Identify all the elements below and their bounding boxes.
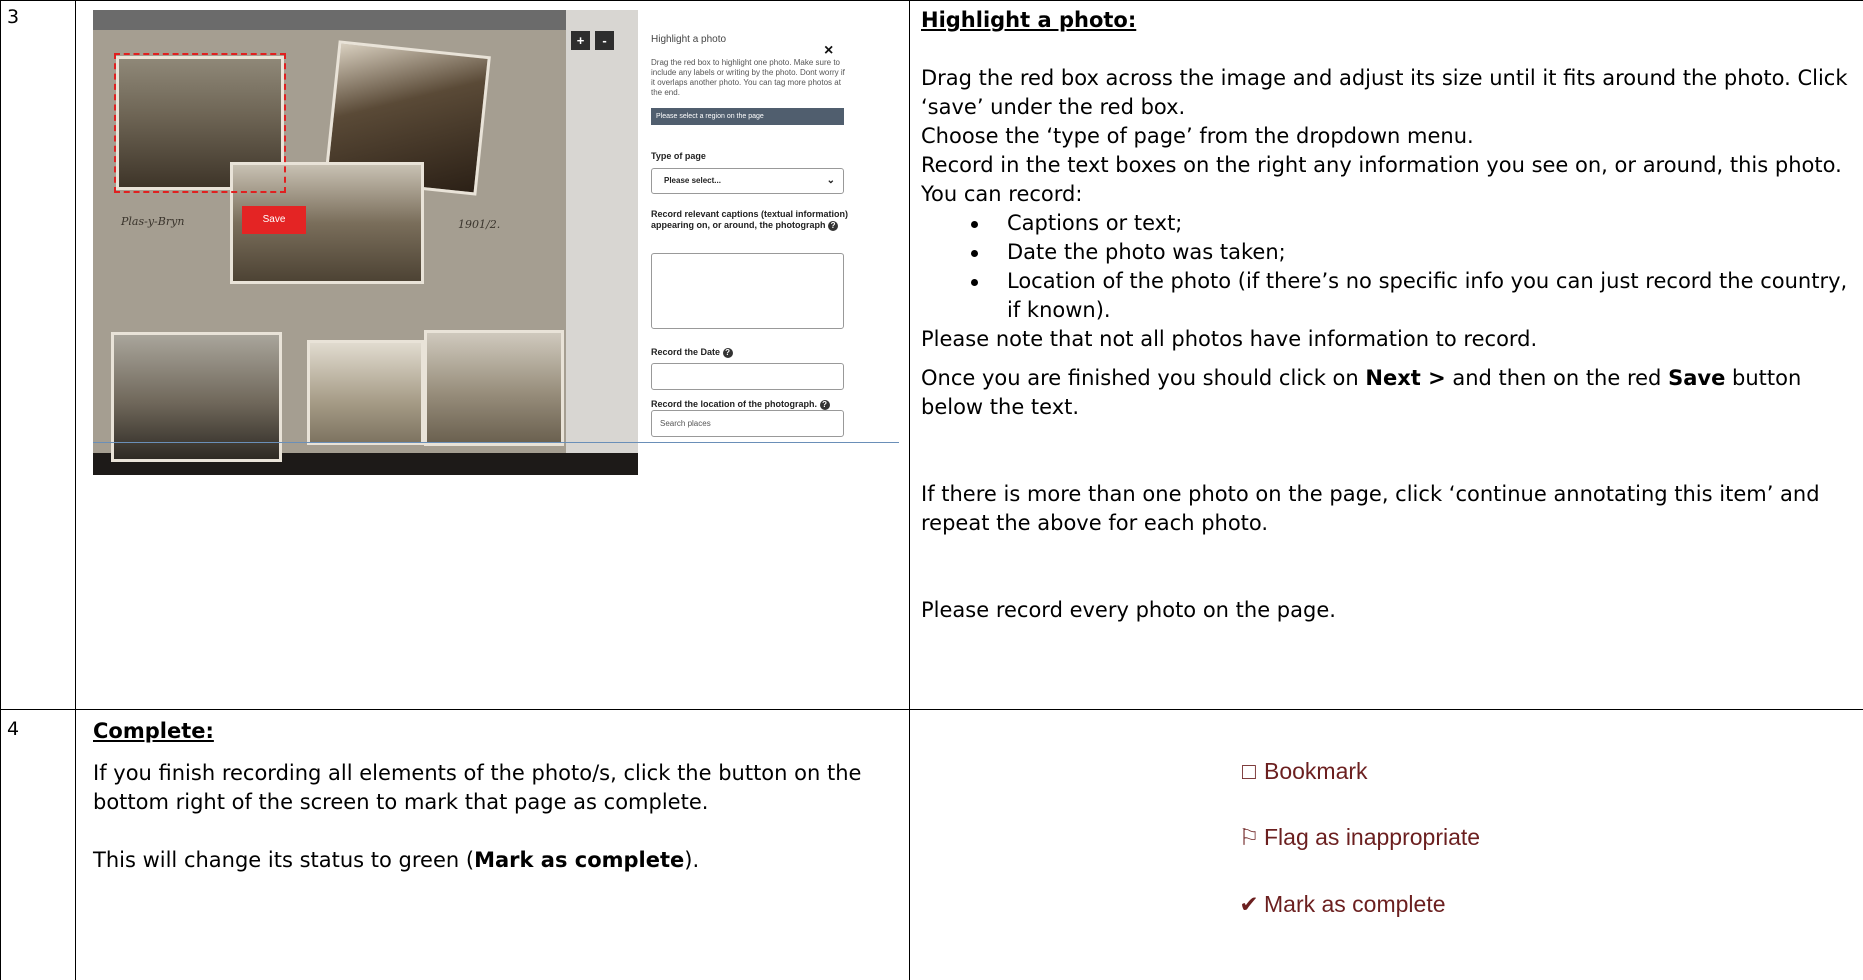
bookmark-icon: □ bbox=[1242, 758, 1256, 784]
captions-label: Record relevant captions (textual inform… bbox=[651, 209, 849, 231]
help-icon[interactable]: ? bbox=[722, 347, 733, 358]
location-input[interactable]: Search places bbox=[651, 410, 844, 437]
photo-garden bbox=[307, 340, 424, 445]
row3-p6: If there is more than one photo on the p… bbox=[921, 482, 1820, 535]
captions-textarea[interactable] bbox=[651, 253, 844, 329]
highlight-region[interactable] bbox=[114, 53, 286, 193]
row3-p3: Record in the text boxes on the right an… bbox=[921, 153, 1842, 206]
table-divider-num bbox=[75, 0, 76, 980]
table-border-left bbox=[0, 0, 1, 980]
row3-p2: Choose the ‘type of page’ from the dropd… bbox=[921, 124, 1474, 148]
row3-p5: Once you are finished you should click o… bbox=[921, 366, 1802, 419]
embedded-screenshot: Save Plas-y-Bryn 1901/2. + - Highlight a… bbox=[93, 10, 899, 522]
album-image: Save Plas-y-Bryn 1901/2. + - bbox=[93, 10, 638, 475]
panel-title: Highlight a photo bbox=[651, 34, 727, 45]
bookmark-button[interactable]: □ Bookmark bbox=[1238, 758, 1368, 785]
row-number: 3 bbox=[7, 6, 20, 28]
panel-description: Drag the red box to highlight one photo.… bbox=[651, 58, 845, 97]
list-item: Location of the photo (if there’s no spe… bbox=[921, 267, 1851, 325]
row-number: 4 bbox=[7, 718, 20, 740]
help-icon[interactable]: ? bbox=[819, 399, 830, 410]
row4-p1: If you finish recording all elements of … bbox=[93, 761, 862, 814]
list-item: Date the photo was taken; bbox=[921, 238, 1851, 267]
row3-instructions: Highlight a photo: Drag the red box acro… bbox=[921, 6, 1851, 625]
zoom-out-button[interactable]: - bbox=[595, 31, 614, 50]
photo-caption: Plas-y-Bryn bbox=[121, 215, 185, 228]
date-input[interactable] bbox=[651, 363, 844, 390]
row3-p7: Please record every photo on the page. bbox=[921, 598, 1336, 622]
type-label: Type of page bbox=[651, 151, 706, 161]
table-row-divider bbox=[0, 709, 1863, 710]
help-icon[interactable]: ? bbox=[828, 220, 839, 231]
list-item: Captions or text; bbox=[921, 209, 1851, 238]
mark-complete-button[interactable]: ✔ Mark as complete bbox=[1238, 891, 1445, 918]
date-label: Record the Date ? bbox=[651, 347, 849, 358]
region-status: Please select a region on the page bbox=[651, 108, 844, 125]
table-border-top bbox=[0, 0, 1863, 1]
zoom-in-button[interactable]: + bbox=[571, 31, 590, 50]
check-icon: ✔ bbox=[1239, 891, 1259, 917]
row4-p2: This will change its status to green (Ma… bbox=[93, 848, 700, 872]
type-select-value: Please select... bbox=[664, 176, 721, 185]
photo-date-caption: 1901/2. bbox=[458, 218, 501, 231]
type-select[interactable]: Please select... ⌄ bbox=[651, 168, 844, 194]
chevron-down-icon: ⌄ bbox=[826, 175, 835, 186]
row3-p1: Drag the red box across the image and ad… bbox=[921, 66, 1848, 119]
annotation-panel: Highlight a photo × Drag the red box to … bbox=[638, 10, 899, 522]
row3-heading: Highlight a photo: bbox=[921, 8, 1137, 32]
location-label: Record the location of the photograph. ? bbox=[651, 399, 849, 410]
row3-bullets: Captions or text; Date the photo was tak… bbox=[921, 209, 1851, 325]
row4-heading: Complete: bbox=[93, 719, 214, 743]
flag-button[interactable]: ⚐ Flag as inappropriate bbox=[1238, 824, 1480, 851]
save-button[interactable]: Save bbox=[242, 206, 306, 234]
row4-instructions: Complete: If you finish recording all el… bbox=[93, 717, 901, 875]
photo-fountain bbox=[424, 330, 564, 446]
row3-p4: Please note that not all photos have inf… bbox=[921, 327, 1538, 351]
flag-icon: ⚐ bbox=[1238, 824, 1260, 850]
table-divider-mid bbox=[909, 0, 910, 980]
